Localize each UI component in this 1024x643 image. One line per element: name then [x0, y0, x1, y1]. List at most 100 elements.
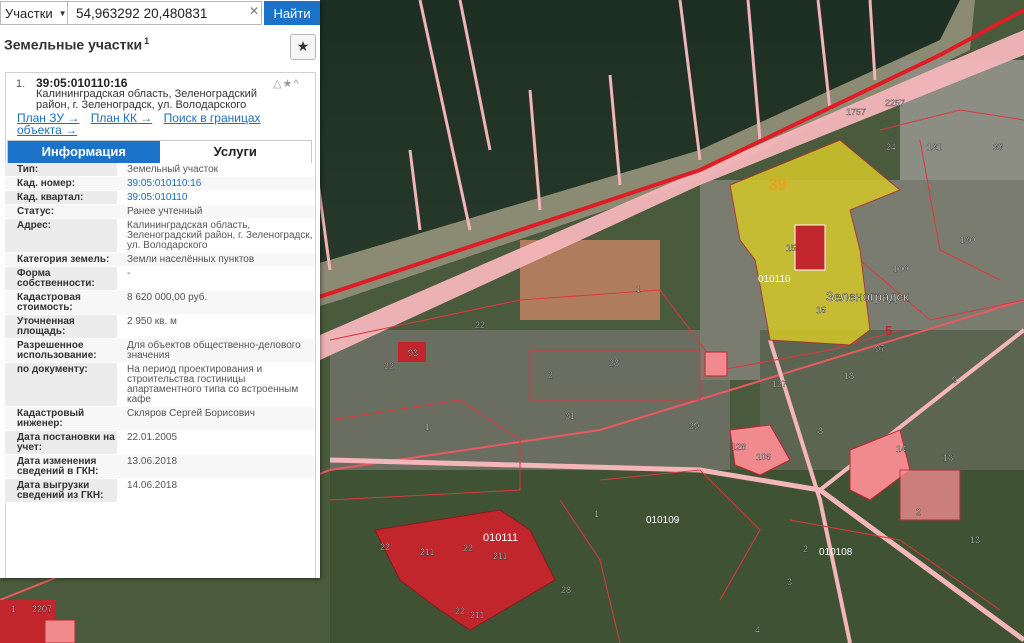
- highlight-number-label: 39: [768, 175, 787, 194]
- map-label: 22: [380, 542, 390, 552]
- property-key: Кадастровый инженер:: [5, 407, 117, 430]
- map-label: 14: [896, 444, 906, 454]
- property-value: Ранее учтенный: [117, 205, 314, 218]
- map-label: 13: [970, 535, 980, 545]
- city-label: Зеленоградск: [826, 289, 909, 304]
- quarter-label: 010111: [483, 532, 518, 544]
- parcel-right[interactable]: [899, 469, 961, 521]
- quarter-label: 010108: [819, 547, 853, 558]
- map-label: 22: [455, 606, 465, 616]
- map-label: 131: [927, 142, 942, 152]
- property-row: по документу: На период проектирования и …: [5, 363, 314, 407]
- property-value: 13.06.2018: [117, 455, 314, 478]
- map-label-5: 5: [885, 323, 892, 338]
- property-row: Адрес: Калининградская область, Зеленогра…: [5, 219, 314, 253]
- category-select[interactable]: Участки ▼: [0, 1, 68, 25]
- result-count: 1: [144, 36, 150, 46]
- property-value: 22.01.2005: [117, 431, 314, 454]
- category-label: Участки: [5, 5, 53, 21]
- map-label: 2207: [32, 604, 52, 614]
- property-value: Калининградская область, Зеленоградский …: [117, 219, 314, 252]
- map-label: 33: [993, 142, 1003, 152]
- search-bar: Участки ▼ ✕ Найти: [0, 0, 320, 26]
- link-plan-kk[interactable]: План КК →: [91, 111, 153, 125]
- property-row: Кад. номер: 39:05:010110:16: [5, 177, 314, 191]
- property-value: 8 620 000,00 руб.: [117, 291, 314, 314]
- property-key: по документу:: [5, 363, 117, 406]
- property-key: Дата изменения сведений в ГКН:: [5, 455, 117, 478]
- tab-services[interactable]: Услуги: [159, 141, 311, 163]
- property-key: Дата выгрузки сведений из ГКН:: [5, 479, 117, 502]
- map-label: 1: [425, 422, 430, 432]
- parcel-address: Калининградская область, Зеленоградский …: [36, 88, 257, 111]
- property-key: Тип:: [5, 163, 117, 176]
- property-row: Тип: Земельный участок: [5, 163, 314, 177]
- parcel-building[interactable]: [794, 224, 826, 271]
- property-row: Статус: Ранее учтенный: [5, 205, 314, 219]
- property-key: Адрес:: [5, 219, 117, 252]
- property-key: Кад. номер:: [5, 177, 117, 190]
- map-label: 2: [803, 544, 808, 554]
- chevron-down-icon: ▼: [58, 8, 67, 18]
- map-label: 22: [475, 320, 485, 330]
- property-row: Уточненная площадь: 2 950 кв. м: [5, 315, 314, 339]
- map-label: 22: [384, 361, 394, 371]
- property-value[interactable]: 39:05:010110: [117, 191, 314, 204]
- properties-table: Тип: Земельный участок Кад. номер: 39:05:01…: [5, 163, 314, 503]
- map-label: 16: [816, 305, 826, 315]
- property-row: Дата постановки на учет: 22.01.2005: [5, 431, 314, 455]
- map-label: 106: [756, 452, 771, 462]
- card-tabs: Информация Услуги: [7, 140, 312, 164]
- find-button[interactable]: Найти: [264, 1, 320, 25]
- map-label: 29: [689, 421, 699, 431]
- map-label: 31: [565, 411, 575, 421]
- map-label: 211: [493, 551, 507, 561]
- info-panel: Участки ▼ ✕ Найти Земельные участки1 ★ 1…: [0, 0, 320, 578]
- map-label: 4: [755, 625, 760, 635]
- map-label: 97: [875, 344, 885, 354]
- property-row: Разрешенное использование: Для объектов о…: [5, 339, 314, 363]
- parcel-small[interactable]: [704, 351, 728, 377]
- property-value: 2 950 кв. м: [117, 315, 314, 338]
- quarter-label: 010109: [646, 515, 680, 526]
- map-label: 3: [787, 577, 792, 587]
- result-index: 1.: [16, 78, 26, 90]
- property-row: Категория земель: Земли населённых пункто…: [5, 253, 314, 267]
- property-row: Дата изменения сведений в ГКН: 13.06.2018: [5, 455, 314, 479]
- map-label: 1: [11, 604, 16, 614]
- map-label: 1: [636, 284, 641, 294]
- property-value: Земли населённых пунктов: [117, 253, 314, 266]
- map-label: 211: [420, 547, 434, 557]
- property-key: Статус:: [5, 205, 117, 218]
- map-label: 1: [594, 509, 599, 519]
- search-input[interactable]: [68, 1, 262, 25]
- property-key: Дата постановки на учет:: [5, 431, 117, 454]
- property-value[interactable]: 39:05:010110:16: [117, 177, 314, 190]
- map-label: 127: [772, 379, 787, 389]
- property-row: Дата выгрузки сведений из ГКН: 14.06.2018: [5, 479, 314, 503]
- property-value: 14.06.2018: [117, 479, 314, 502]
- map-label: 128: [731, 442, 746, 452]
- property-value: -: [117, 267, 314, 290]
- tab-information[interactable]: Информация: [8, 141, 160, 163]
- property-row: Кадастровая стоимость: 8 620 000,00 руб.: [5, 291, 314, 315]
- map-label: 93: [408, 348, 418, 358]
- property-key: Уточненная площадь:: [5, 315, 117, 338]
- map-label: 15: [786, 243, 796, 253]
- property-row: Кадастровый инженер: Скляров Сергей Борис…: [5, 407, 314, 431]
- card-tool-icons[interactable]: △★^: [273, 77, 299, 90]
- property-value: Скляров Сергей Борисович: [117, 407, 314, 430]
- star-icon[interactable]: ★: [290, 34, 316, 60]
- property-key: Кадастровая стоимость:: [5, 291, 117, 314]
- property-key: Разрешенное использование:: [5, 339, 117, 362]
- parcel-bottom[interactable]: [44, 619, 76, 643]
- map-label: 18: [844, 371, 854, 381]
- map-label: 22: [463, 543, 473, 553]
- quarter-label: 010110: [758, 274, 791, 285]
- close-icon[interactable]: ✕: [249, 4, 259, 18]
- map-label: 28: [609, 358, 619, 368]
- property-row: Форма собственности: -: [5, 267, 314, 291]
- map-label: 8: [818, 426, 823, 436]
- property-row: Кад. квартал: 39:05:010110: [5, 191, 314, 205]
- property-key: Категория земель:: [5, 253, 117, 266]
